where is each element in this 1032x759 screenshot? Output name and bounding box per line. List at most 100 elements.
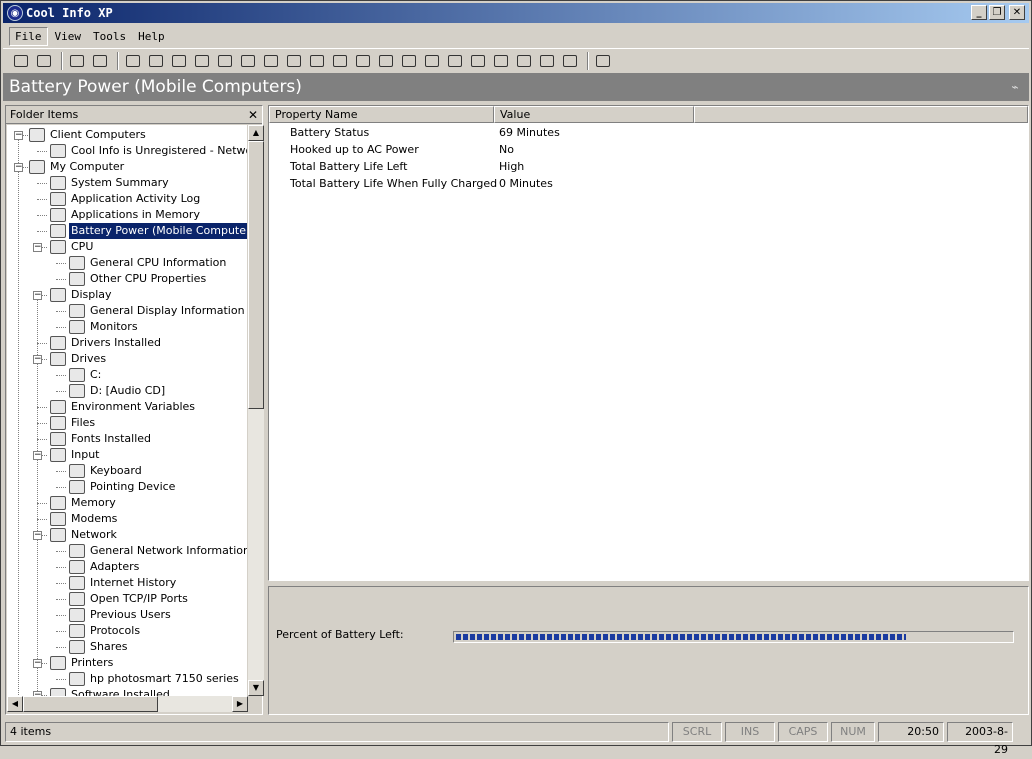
battery-icon[interactable]	[192, 51, 212, 71]
tree-item[interactable]: CPU	[50, 239, 95, 255]
tree-item[interactable]: Display	[50, 287, 114, 303]
tree-expander[interactable]: −	[14, 163, 23, 172]
tree-item[interactable]: Internet History	[69, 575, 178, 591]
memory-icon[interactable]	[399, 51, 419, 71]
tree-item[interactable]: System Summary	[50, 175, 171, 191]
tree-expander[interactable]: −	[33, 451, 42, 460]
tree-item[interactable]: Cool Info is Unregistered - Network View	[50, 143, 247, 159]
app-logo-icon[interactable]: ◉	[7, 5, 23, 21]
hscroll-thumb[interactable]	[23, 696, 158, 712]
tree-item[interactable]: General CPU Information	[69, 255, 228, 271]
tree-item[interactable]: Modems	[50, 511, 119, 527]
tree-item[interactable]: General Network Information	[69, 543, 247, 559]
display-icon[interactable]	[238, 51, 258, 71]
title-bar[interactable]: ◉ Cool Info XP _ ❐ ✕	[3, 3, 1029, 23]
battery-label: Percent of Battery Left:	[276, 628, 404, 641]
tree-item[interactable]: Fonts Installed	[50, 431, 153, 447]
fonts-icon[interactable]	[353, 51, 373, 71]
column-value[interactable]: Value	[494, 106, 694, 123]
tree-item[interactable]: Pointing Device	[69, 479, 177, 495]
tree-expander[interactable]: −	[33, 355, 42, 364]
tree-item-label: Keyboard	[90, 464, 142, 477]
tree-item[interactable]: Drives	[50, 351, 108, 367]
input-icon[interactable]	[376, 51, 396, 71]
tree-item[interactable]: Application Activity Log	[50, 191, 202, 207]
system-summary-icon	[50, 176, 66, 190]
property-list[interactable]: Property Name Value Battery Status 69 Mi…	[268, 105, 1029, 581]
misc-icon[interactable]	[560, 51, 580, 71]
pointer-icon[interactable]	[34, 51, 54, 71]
tree-item[interactable]: Client Computers	[29, 127, 148, 143]
menu-view[interactable]: View	[50, 28, 87, 45]
column-property-name[interactable]: Property Name	[269, 106, 494, 123]
tree-item[interactable]: C:	[69, 367, 103, 383]
files-icon[interactable]	[330, 51, 350, 71]
scroll-up-button[interactable]: ▲	[248, 125, 264, 141]
tree-item[interactable]: Monitors	[69, 319, 140, 335]
restore-button[interactable]: ❐	[989, 5, 1005, 20]
printer-icon[interactable]	[11, 51, 31, 71]
tree-item[interactable]: D: [Audio CD]	[69, 383, 167, 399]
scroll-thumb[interactable]	[248, 141, 264, 409]
tree-item[interactable]: hp photosmart 7150 series	[69, 671, 241, 687]
edit-icon[interactable]	[67, 51, 87, 71]
software-icon[interactable]	[491, 51, 511, 71]
tree-item[interactable]: General Display Information	[69, 303, 247, 319]
app-log-icon[interactable]	[146, 51, 166, 71]
tree-item[interactable]: Software Installed	[50, 687, 172, 696]
tree-vertical-scrollbar[interactable]: ▲ ▼	[248, 125, 264, 696]
modems-icon[interactable]	[422, 51, 442, 71]
close-button[interactable]: ✕	[1009, 5, 1025, 20]
memory-app-icon[interactable]	[169, 51, 189, 71]
network-icon[interactable]	[445, 51, 465, 71]
drives-icon[interactable]	[284, 51, 304, 71]
tree-item[interactable]: My Computer	[29, 159, 126, 175]
tree-item[interactable]: Previous Users	[69, 607, 173, 623]
tree-item[interactable]: Open TCP/IP Ports	[69, 591, 190, 607]
list-row[interactable]: Total Battery Life When Fully Charged 0 …	[269, 175, 1028, 192]
tree-expander[interactable]: −	[14, 131, 23, 140]
cpu-icon[interactable]	[215, 51, 235, 71]
hard-drive-icon	[69, 368, 85, 382]
printers-icon[interactable]	[468, 51, 488, 71]
close-icon[interactable]: ✕	[248, 106, 258, 124]
scroll-left-button[interactable]: ◀	[7, 696, 23, 712]
tree-expander[interactable]: −	[33, 243, 42, 252]
drivers-icon[interactable]	[261, 51, 281, 71]
tree-item[interactable]: Protocols	[69, 623, 142, 639]
folder-tree[interactable]: − Client Computers Cool Info is Unregister…	[7, 125, 247, 696]
tree-item[interactable]: Memory	[50, 495, 118, 511]
tree-item[interactable]: Battery Power (Mobile Computers)	[50, 222, 247, 240]
menu-file[interactable]: File	[9, 26, 48, 46]
tree-item[interactable]: Network	[50, 527, 119, 543]
scroll-down-button[interactable]: ▼	[248, 680, 264, 696]
minimize-button[interactable]: _	[971, 5, 987, 20]
tree-item[interactable]: Files	[50, 415, 97, 431]
tree-item[interactable]: Adapters	[69, 559, 141, 575]
env-icon[interactable]	[307, 51, 327, 71]
tree-item[interactable]: Other CPU Properties	[69, 271, 208, 287]
system-icon[interactable]	[537, 51, 557, 71]
computer-icon[interactable]	[123, 51, 143, 71]
help-icon[interactable]	[593, 51, 613, 71]
sound-icon[interactable]	[514, 51, 534, 71]
tree-item[interactable]: Input	[50, 447, 101, 463]
tree-item[interactable]: Printers	[50, 655, 115, 671]
list-row[interactable]: Battery Status 69 Minutes	[269, 124, 1028, 141]
tree-item[interactable]: Drivers Installed	[50, 335, 163, 351]
tree-expander[interactable]: −	[33, 531, 42, 540]
tree-item[interactable]: Keyboard	[69, 463, 144, 479]
tree-horizontal-scrollbar[interactable]: ◀ ▶	[7, 696, 248, 712]
tree-expander[interactable]: −	[33, 659, 42, 668]
menu-help[interactable]: Help	[133, 28, 170, 45]
scroll-right-button[interactable]: ▶	[232, 696, 248, 712]
tree-item[interactable]: Environment Variables	[50, 399, 197, 415]
tree-expander[interactable]: −	[33, 291, 42, 300]
properties-icon[interactable]	[90, 51, 110, 71]
cpu-info-icon	[69, 256, 85, 270]
menu-tools[interactable]: Tools	[88, 28, 131, 45]
tree-item[interactable]: Shares	[69, 639, 129, 655]
tree-item[interactable]: Applications in Memory	[50, 207, 202, 223]
list-row[interactable]: Total Battery Life Left High	[269, 158, 1028, 175]
list-row[interactable]: Hooked up to AC Power No	[269, 141, 1028, 158]
